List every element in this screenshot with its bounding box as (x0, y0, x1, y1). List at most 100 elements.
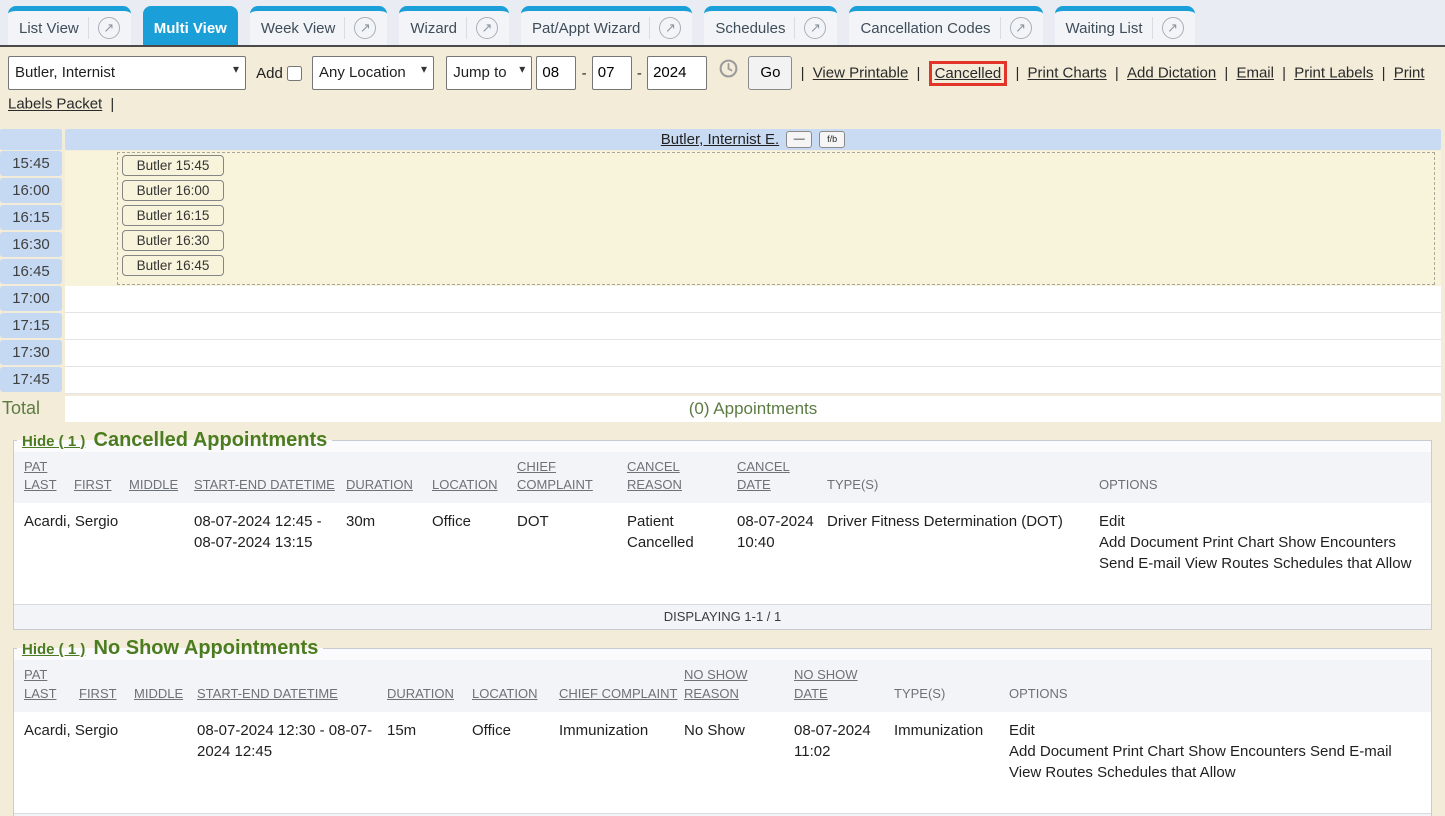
tab-week-view[interactable]: Week View ↗ (250, 6, 387, 45)
view-routes-link[interactable]: View Routes (1009, 764, 1093, 781)
duration: 30m (346, 503, 432, 604)
no-show-table-row: Acardi, Sergio 08-07-2024 12:30 - 08-07-… (14, 712, 1431, 813)
show-encounters-link[interactable]: Show Encounters (1278, 534, 1396, 551)
tab-cancellation-codes[interactable]: Cancellation Codes ↗ (849, 6, 1042, 45)
add-dictation-link[interactable]: Add Dictation (1127, 65, 1216, 82)
jump-to-select[interactable]: Jump to▾ (446, 56, 532, 90)
print-chart-link[interactable]: Print Chart (1112, 743, 1184, 760)
column-header-duration[interactable]: DURATION (346, 470, 432, 503)
tab-waiting-list[interactable]: Waiting List ↗ (1055, 6, 1195, 45)
tab-list-view[interactable]: List View ↗ (8, 6, 131, 45)
column-header-first[interactable]: FIRST (79, 679, 134, 712)
column-header-location[interactable]: LOCATION (432, 470, 517, 503)
print-labels-link[interactable]: Print Labels (1294, 65, 1373, 82)
collapse-column-button[interactable]: — (786, 131, 812, 148)
column-header-datetime[interactable]: START-END DATETIME (197, 679, 387, 712)
provider-column-link[interactable]: Butler, Internist E. (661, 131, 779, 148)
column-header-cancel-reason[interactable]: CANCEL REASON (627, 452, 737, 504)
view-printable-link[interactable]: View Printable (813, 65, 909, 82)
tab-divider (1000, 17, 1001, 39)
column-header-pat-last[interactable]: PAT LAST (14, 660, 79, 712)
appointment-types: Driver Fitness Determination (DOT) (827, 503, 1099, 604)
tab-label: Pat/Appt Wizard (532, 20, 640, 37)
no-show-reason: No Show (684, 712, 794, 813)
view-routes-link[interactable]: View Routes (1185, 555, 1269, 572)
link-separator: | (801, 65, 805, 82)
location-select[interactable]: Any Location▾ (312, 56, 434, 90)
slot-button[interactable]: Butler 16:45 (122, 255, 224, 276)
time-label: 16:30 (0, 232, 62, 257)
cancelled-section-legend: Hide ( 1 ) Cancelled Appointments (17, 429, 332, 452)
print-chart-link[interactable]: Print Chart (1202, 534, 1274, 551)
column-header-datetime[interactable]: START-END DATETIME (194, 470, 346, 503)
tab-schedules[interactable]: Schedules ↗ (704, 6, 837, 45)
schedule-header-row: Butler, Internist E. — f/b (0, 129, 1441, 150)
column-header-middle[interactable]: MIDDLE (134, 679, 197, 712)
provider-select[interactable]: Butler, Internist▾ (8, 56, 246, 90)
column-header-duration[interactable]: DURATION (387, 679, 472, 712)
date-month-field[interactable] (536, 56, 576, 90)
cancelled-hide-link[interactable]: Hide ( 1 ) (22, 433, 85, 450)
schedule-grid: Butler, Internist E. — f/b 15:45 16:00 1… (0, 129, 1441, 422)
open-new-window-icon[interactable]: ↗ (1162, 17, 1184, 39)
link-separator: | (1015, 65, 1019, 82)
go-button[interactable]: Go (748, 56, 792, 90)
add-document-link[interactable]: Add Document (1099, 534, 1198, 551)
time-label: 15:45 (0, 151, 62, 176)
date-day-field[interactable] (592, 56, 632, 90)
send-email-link[interactable]: Send E-mail (1310, 743, 1392, 760)
slot-button[interactable]: Butler 16:30 (122, 230, 224, 251)
edit-link[interactable]: Edit (1009, 720, 1421, 741)
tab-multi-view[interactable]: Multi View (143, 6, 238, 45)
date-year-field[interactable] (647, 56, 707, 90)
open-new-window-icon[interactable]: ↗ (804, 17, 826, 39)
column-header-pat-last[interactable]: PAT LAST (14, 452, 74, 504)
column-header-chief-complaint[interactable]: CHIEF COMPLAINT (517, 452, 627, 504)
schedule-row (65, 340, 1441, 367)
email-link[interactable]: Email (1236, 65, 1274, 82)
edit-link[interactable]: Edit (1099, 511, 1421, 532)
print-charts-link[interactable]: Print Charts (1028, 65, 1107, 82)
open-new-window-icon[interactable]: ↗ (98, 17, 120, 39)
open-new-window-icon[interactable]: ↗ (1010, 17, 1032, 39)
add-document-link[interactable]: Add Document (1009, 743, 1108, 760)
tab-divider (88, 17, 89, 39)
clock-icon[interactable] (719, 59, 738, 87)
schedules-that-allow-link[interactable]: Schedules that Allow (1273, 555, 1411, 572)
front-back-button[interactable]: f/b (819, 131, 845, 148)
column-header-chief-complaint[interactable]: CHIEF COMPLAINT (559, 679, 684, 712)
open-new-window-icon[interactable]: ↗ (354, 17, 376, 39)
schedule-body: 15:45 16:00 16:15 16:30 16:45 17:00 17:1… (0, 151, 1441, 394)
total-row: Total (0) Appointments (0, 396, 1441, 422)
slot-button[interactable]: Butler 15:45 (122, 155, 224, 176)
schedules-that-allow-link[interactable]: Schedules that Allow (1097, 764, 1235, 781)
column-header-location[interactable]: LOCATION (472, 679, 559, 712)
column-header-cancel-date[interactable]: CANCEL DATE (737, 452, 827, 504)
total-label: Total (0, 396, 62, 422)
time-label: 17:00 (0, 286, 62, 311)
tab-wizard[interactable]: Wizard ↗ (399, 6, 509, 45)
location: Office (432, 503, 517, 604)
slot-button[interactable]: Butler 16:15 (122, 205, 224, 226)
send-email-link[interactable]: Send E-mail (1099, 555, 1181, 572)
show-encounters-link[interactable]: Show Encounters (1188, 743, 1306, 760)
open-new-window-icon[interactable]: ↗ (659, 17, 681, 39)
cancelled-link[interactable]: Cancelled (935, 65, 1002, 82)
column-header-no-show-reason[interactable]: NO SHOW REASON (684, 660, 794, 712)
chief-complaint: DOT (517, 503, 627, 604)
column-header-no-show-date[interactable]: NO SHOW DATE (794, 660, 894, 712)
open-new-window-icon[interactable]: ↗ (476, 17, 498, 39)
no-show-hide-link[interactable]: Hide ( 1 ) (22, 641, 85, 658)
add-checkbox[interactable] (287, 66, 302, 81)
slot-button[interactable]: Butler 16:00 (122, 180, 224, 201)
tab-divider (466, 17, 467, 39)
link-separator: | (110, 96, 114, 113)
column-header-first[interactable]: FIRST (74, 470, 129, 503)
column-header-middle[interactable]: MIDDLE (129, 470, 194, 503)
time-label: 17:15 (0, 313, 62, 338)
column-header-types: TYPE(S) (827, 470, 1099, 503)
add-label: Add (256, 65, 283, 82)
link-separator: | (1115, 65, 1119, 82)
provider-column: Butler 15:45 Butler 16:00 Butler 16:15 B… (65, 151, 1441, 394)
tab-pat-appt-wizard[interactable]: Pat/Appt Wizard ↗ (521, 6, 692, 45)
